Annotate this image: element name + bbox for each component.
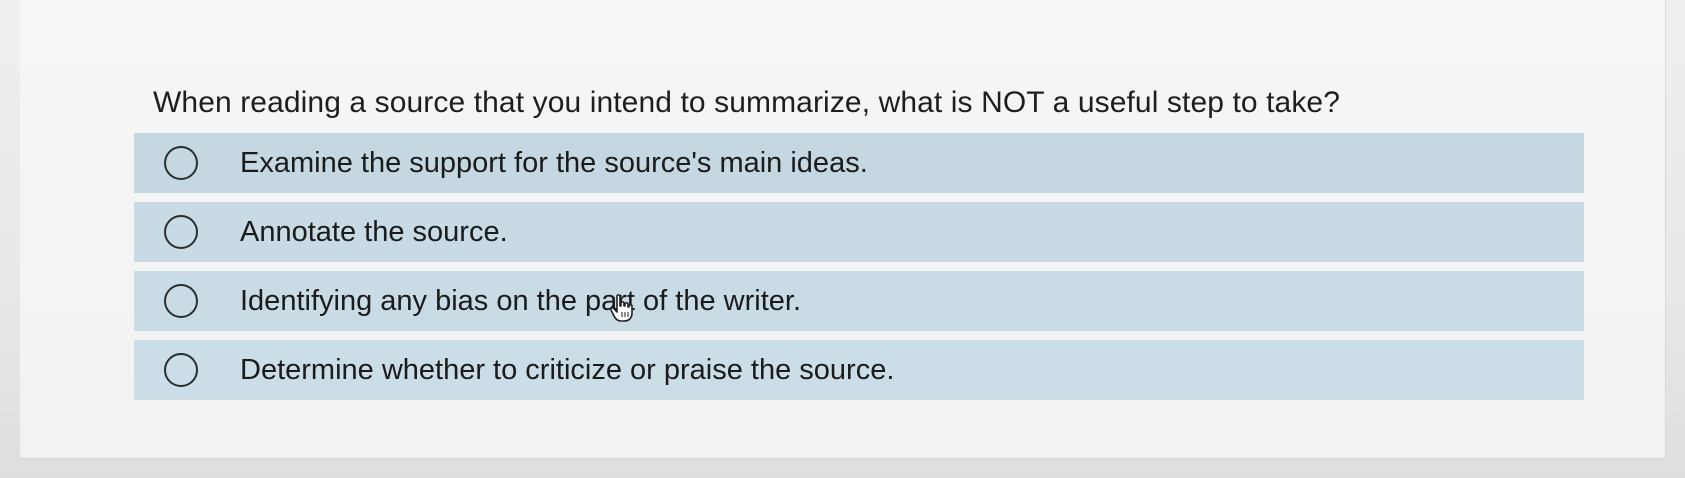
answer-option[interactable]: Identifying any bias on the part of the … [134,271,1584,331]
answer-option-label: Annotate the source. [240,215,508,248]
answer-option-label: Identifying any bias on the part of the … [240,284,801,317]
answer-option[interactable]: Examine the support for the source's mai… [134,133,1584,193]
answer-option[interactable]: Determine whether to criticize or praise… [134,340,1584,400]
screen: When reading a source that you intend to… [0,0,1685,478]
answer-option[interactable]: Annotate the source. [134,202,1584,262]
answer-option-label: Examine the support for the source's mai… [240,146,868,179]
radio-button[interactable] [164,146,198,180]
radio-button[interactable] [164,284,198,318]
radio-button[interactable] [164,215,198,249]
hand-pointer-icon [610,294,633,322]
question-text: When reading a source that you intend to… [153,86,1340,119]
answer-option-label: Determine whether to criticize or praise… [240,353,895,386]
answer-options: Examine the support for the source's mai… [134,133,1584,409]
radio-button[interactable] [164,353,198,387]
